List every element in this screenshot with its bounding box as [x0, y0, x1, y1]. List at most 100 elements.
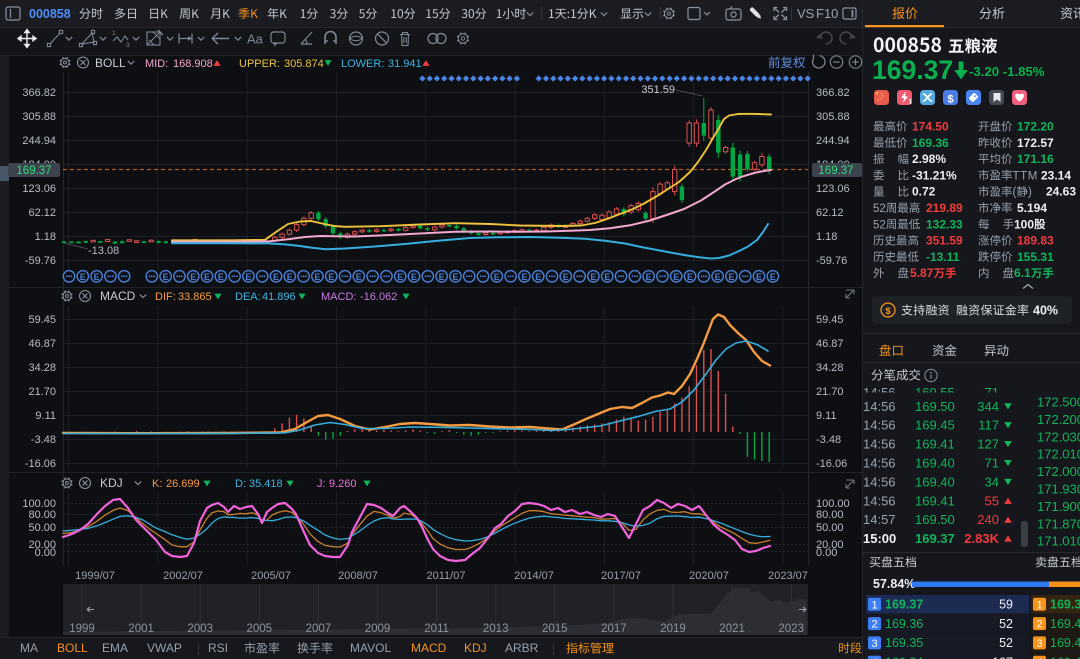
- svg-text:2017/07: 2017/07: [601, 570, 641, 582]
- svg-text:E: E: [163, 272, 169, 282]
- svg-text:MACD: MACD: [411, 641, 447, 655]
- svg-text:59: 59: [999, 598, 1013, 612]
- svg-text:E: E: [218, 272, 224, 282]
- svg-text:2023: 2023: [778, 623, 804, 635]
- svg-text:169.41: 169.41: [915, 437, 955, 452]
- svg-text:169.36: 169.36: [885, 617, 923, 631]
- svg-text:34.28: 34.28: [816, 362, 844, 374]
- svg-text:EMA: EMA: [102, 641, 128, 655]
- svg-text:2.98%: 2.98%: [912, 152, 946, 166]
- svg-text:169.40: 169.40: [1050, 617, 1080, 631]
- svg-text:2020/07: 2020/07: [689, 570, 729, 582]
- svg-text:9.11: 9.11: [35, 410, 56, 422]
- svg-text:-3.48: -3.48: [31, 434, 56, 446]
- svg-text:59.45: 59.45: [28, 314, 56, 326]
- svg-text:0.72: 0.72: [912, 185, 936, 199]
- svg-text:100: 100: [1014, 217, 1034, 231]
- svg-text:9.260: 9.260: [329, 478, 357, 490]
- svg-text:171.900: 171.900: [1037, 499, 1080, 514]
- svg-text:169.38: 169.38: [1050, 598, 1080, 612]
- svg-text:2001: 2001: [128, 623, 154, 635]
- svg-text:2019: 2019: [660, 623, 686, 635]
- svg-text:E: E: [439, 272, 445, 282]
- svg-text:(: (: [1013, 187, 1017, 199]
- svg-text:169.50: 169.50: [915, 512, 955, 527]
- svg-text:169.37: 169.37: [872, 55, 953, 85]
- svg-text:2.83K: 2.83K: [964, 531, 999, 546]
- svg-text:219.89: 219.89: [926, 201, 963, 215]
- svg-text:DEA:: DEA:: [235, 291, 261, 303]
- svg-text:6.1: 6.1: [1014, 266, 1031, 280]
- svg-text:E: E: [314, 272, 320, 282]
- svg-text:5.194: 5.194: [1017, 201, 1047, 215]
- svg-text:172.500: 172.500: [1037, 395, 1080, 410]
- svg-text:117: 117: [978, 418, 999, 433]
- svg-text:LOWER:: LOWER:: [341, 58, 384, 70]
- svg-text:E: E: [590, 272, 596, 282]
- svg-text:E: E: [94, 272, 100, 282]
- svg-text:127: 127: [977, 437, 999, 452]
- svg-text:169.43: 169.43: [1050, 636, 1080, 650]
- svg-text:1: 1: [112, 30, 116, 37]
- svg-text:E: E: [204, 272, 210, 282]
- svg-text:9.11: 9.11: [816, 410, 837, 422]
- svg-text:80.00: 80.00: [816, 509, 844, 521]
- svg-text:2: 2: [879, 203, 885, 215]
- svg-text:366.82: 366.82: [816, 87, 850, 99]
- svg-text:33.865: 33.865: [178, 291, 212, 303]
- svg-text:2013: 2013: [483, 623, 509, 635]
- svg-text:$: $: [885, 306, 891, 317]
- svg-text:172.57: 172.57: [1017, 136, 1054, 150]
- svg-text:2011/07: 2011/07: [427, 570, 466, 582]
- svg-text:2023/07: 2023/07: [768, 570, 808, 582]
- svg-text:2017: 2017: [601, 623, 627, 635]
- svg-text:UPPER:: UPPER:: [239, 58, 280, 70]
- svg-text:E: E: [535, 272, 541, 282]
- svg-text:E: E: [521, 272, 527, 282]
- svg-text:35.418: 35.418: [249, 478, 283, 490]
- svg-text:MACD: MACD: [100, 289, 136, 303]
- svg-text:E: E: [190, 272, 196, 282]
- svg-text:2: 2: [1036, 619, 1042, 631]
- svg-text:55: 55: [985, 493, 999, 508]
- svg-text:172.030: 172.030: [1037, 429, 1080, 444]
- svg-text:62.12: 62.12: [28, 207, 56, 219]
- svg-text:2002/07: 2002/07: [163, 570, 203, 582]
- svg-text:168.908: 168.908: [173, 58, 213, 70]
- svg-text:5.87: 5.87: [910, 266, 934, 280]
- svg-text:80.00: 80.00: [28, 509, 56, 521]
- svg-text:2021: 2021: [719, 623, 745, 635]
- svg-text:2014/07: 2014/07: [514, 570, 554, 582]
- svg-text:E: E: [604, 272, 610, 282]
- svg-text:1: 1: [871, 599, 877, 611]
- svg-text:2011: 2011: [424, 623, 449, 635]
- svg-text:1: 1: [1036, 599, 1042, 611]
- svg-text:2007: 2007: [306, 623, 332, 635]
- svg-text:-16.062: -16.062: [360, 291, 397, 303]
- svg-text:50.00: 50.00: [816, 522, 844, 534]
- svg-text:2005/07: 2005/07: [251, 570, 291, 582]
- svg-text:123.06: 123.06: [816, 183, 850, 195]
- svg-text:172.200: 172.200: [1037, 412, 1080, 427]
- svg-text:VS: VS: [797, 6, 815, 21]
- svg-text:DIF:: DIF:: [155, 291, 176, 303]
- svg-text:169.40: 169.40: [915, 456, 955, 471]
- svg-text:Aa: Aa: [247, 32, 264, 47]
- svg-text:244.94: 244.94: [816, 135, 850, 147]
- svg-text:KDJ: KDJ: [464, 641, 487, 655]
- svg-text:2: 2: [879, 219, 885, 231]
- svg-text:240: 240: [977, 512, 999, 527]
- svg-text:41.896: 41.896: [262, 291, 296, 303]
- svg-text:-3.48: -3.48: [816, 434, 841, 446]
- svg-text:E: E: [687, 272, 693, 282]
- svg-text:MACD:: MACD:: [321, 291, 356, 303]
- svg-text:E: E: [770, 272, 776, 282]
- svg-text:E: E: [80, 272, 86, 282]
- svg-text:50.00: 50.00: [28, 522, 56, 534]
- svg-text:244.94: 244.94: [22, 135, 56, 147]
- svg-text:2: 2: [871, 619, 877, 631]
- svg-text:-59.76: -59.76: [25, 255, 56, 267]
- svg-text:2015: 2015: [542, 623, 568, 635]
- svg-text:26.699: 26.699: [166, 478, 200, 490]
- svg-text:3: 3: [871, 638, 877, 650]
